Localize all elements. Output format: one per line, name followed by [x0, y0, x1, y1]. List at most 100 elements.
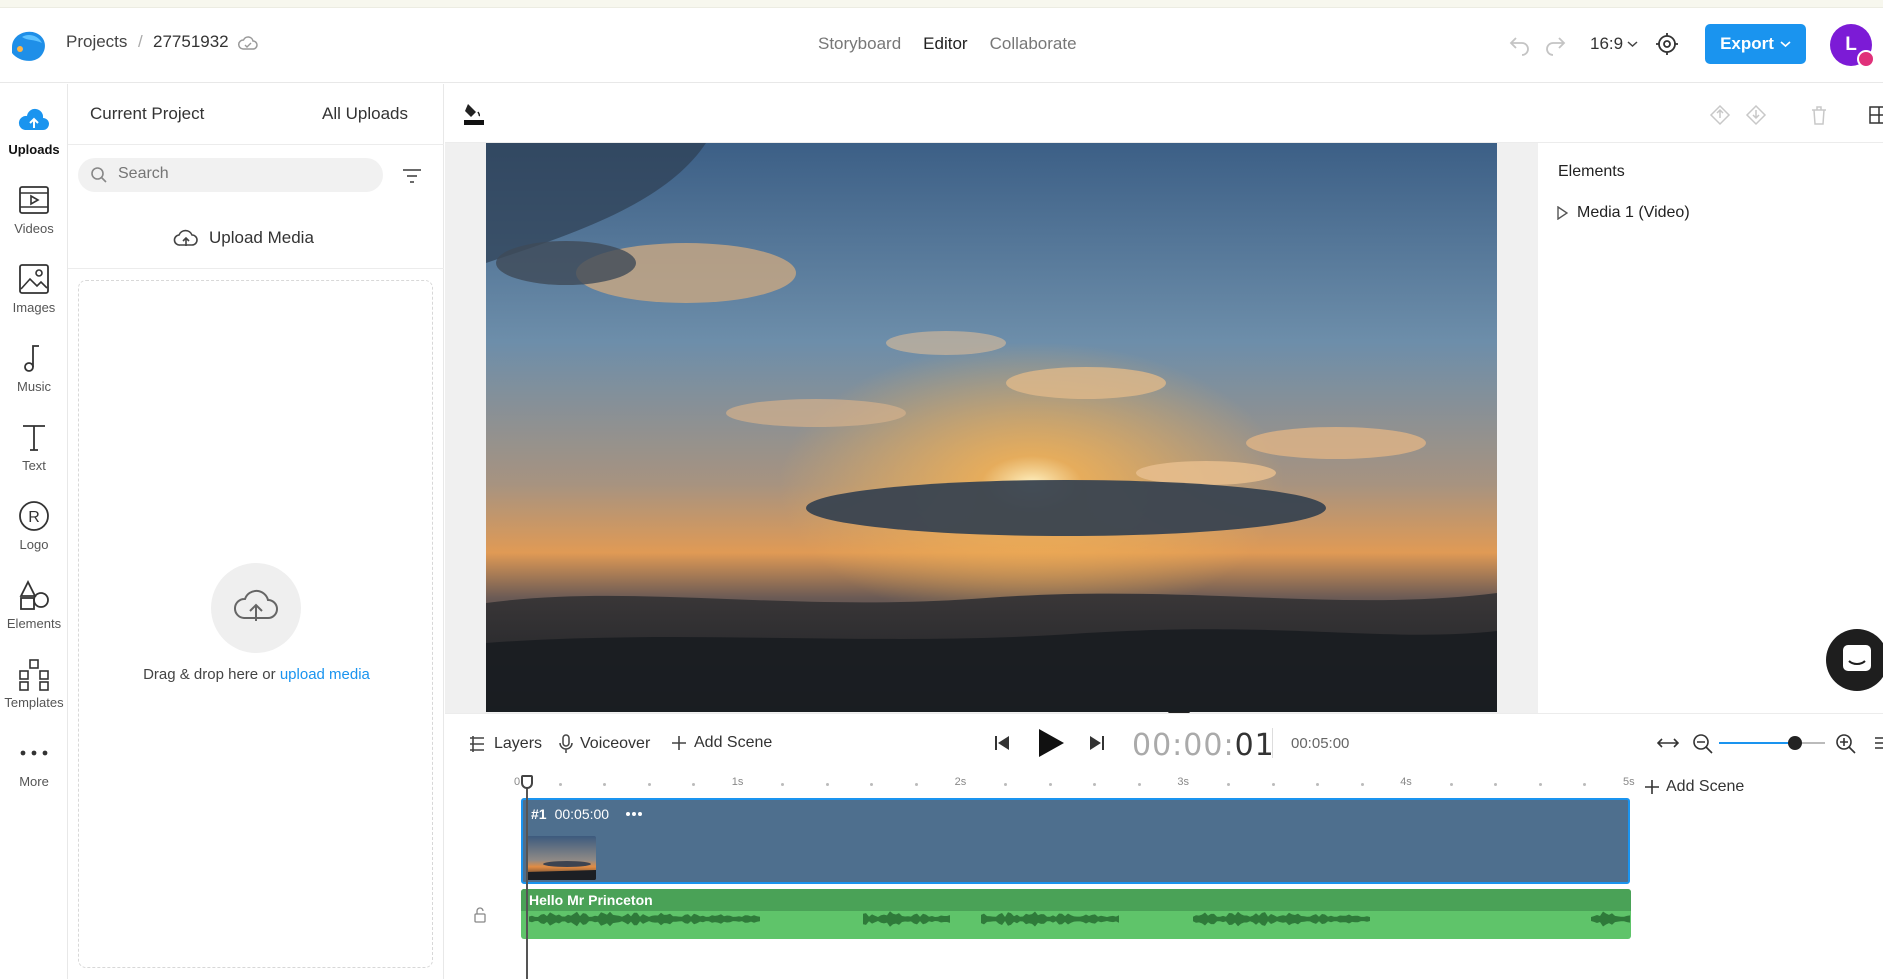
upload-media-label: Upload Media — [209, 228, 314, 247]
rail-label-text: Text — [22, 458, 46, 473]
chat-support-button[interactable] — [1826, 629, 1883, 691]
skip-back-icon[interactable] — [994, 735, 1010, 751]
scene-clip[interactable]: #1 00:05:00 — [521, 798, 1630, 884]
rail-item-more[interactable]: More — [0, 736, 68, 789]
chevron-down-icon — [1780, 41, 1791, 48]
divider — [68, 268, 444, 269]
ruler-tick — [1271, 783, 1275, 786]
ruler-label: 5s — [1623, 776, 1635, 788]
rail-item-images[interactable]: Images — [0, 262, 68, 315]
ruler-tick — [1538, 783, 1542, 786]
aspect-ratio-select[interactable]: 16:9 — [1590, 34, 1638, 54]
scene-thumbnail — [527, 836, 596, 880]
ruler-label: 2s — [954, 776, 967, 788]
ruler-tick — [1004, 783, 1008, 786]
playhead-handle[interactable] — [521, 775, 533, 789]
ruler-label: 1s — [731, 776, 744, 788]
fit-width-icon[interactable] — [1657, 735, 1679, 751]
redo-icon[interactable] — [1543, 32, 1567, 56]
elements-panel: Elements Media 1 (Video) — [1538, 143, 1883, 713]
breadcrumb-projects[interactable]: Projects — [66, 32, 127, 52]
undo-icon[interactable] — [1508, 32, 1532, 56]
rail-label-videos: Videos — [14, 221, 54, 236]
app-logo-icon[interactable] — [8, 27, 50, 65]
upload-media-button[interactable]: Upload Media — [173, 227, 314, 249]
templates-icon — [19, 659, 49, 691]
elements-title: Elements — [1558, 163, 1625, 180]
ruler-tick — [1316, 783, 1320, 786]
skip-forward-icon[interactable] — [1089, 735, 1105, 751]
crown-badge-icon — [1857, 50, 1875, 68]
upload-media-link[interactable]: upload media — [280, 666, 370, 683]
tab-storyboard[interactable]: Storyboard — [818, 34, 901, 54]
rail-item-elements[interactable]: Elements — [0, 578, 68, 631]
drop-zone[interactable]: Drag & drop here or upload media — [78, 280, 433, 968]
zoom-out-icon[interactable] — [1692, 733, 1714, 755]
zoom-in-icon[interactable] — [1835, 733, 1857, 755]
add-scene-label: Add Scene — [694, 734, 773, 751]
ruler-tick — [1048, 783, 1052, 786]
cloud-upload-icon — [173, 229, 198, 246]
zoom-slider-fill[interactable] — [1719, 742, 1795, 744]
ruler-tick — [1449, 783, 1453, 786]
chat-icon — [1843, 645, 1871, 671]
rail-item-templates[interactable]: Templates — [0, 657, 68, 710]
layers-label: Layers — [494, 735, 543, 752]
plus-icon — [1645, 780, 1659, 794]
search-input[interactable] — [118, 165, 368, 183]
tab-all-uploads[interactable]: All Uploads — [322, 104, 408, 124]
layers-icon — [470, 736, 484, 752]
layers-button[interactable]: Layers — [467, 734, 542, 754]
zoom-slider-handle[interactable] — [1788, 736, 1802, 750]
rail-label-images: Images — [12, 300, 56, 315]
filter-icon[interactable] — [401, 166, 423, 186]
rail-item-uploads[interactable]: Uploads — [0, 104, 68, 157]
play-icon[interactable] — [1036, 727, 1066, 759]
total-duration: 00:05:00 — [1291, 735, 1350, 752]
menu-icon[interactable] — [1873, 735, 1883, 751]
tab-collaborate[interactable]: Collaborate — [990, 34, 1077, 54]
ruler-tick — [825, 783, 829, 786]
ruler-tick — [1226, 783, 1230, 786]
voiceover-button[interactable]: Voiceover — [559, 734, 650, 754]
more-icon[interactable] — [625, 811, 643, 817]
fill-color-icon[interactable] — [462, 100, 486, 126]
lock-icon[interactable] — [472, 907, 488, 923]
drop-zone-text: Drag & drop here or upload media — [79, 666, 434, 683]
add-scene-timeline-label: Add Scene — [1666, 778, 1745, 795]
search-icon — [91, 167, 107, 183]
settings-icon[interactable] — [1655, 32, 1679, 56]
video-preview[interactable] — [486, 143, 1497, 712]
add-scene-timeline-button[interactable]: Add Scene — [1644, 778, 1744, 796]
image-icon — [19, 264, 49, 294]
search-box — [78, 158, 383, 192]
add-scene-button[interactable]: Add Scene — [671, 734, 772, 752]
element-item-media-1[interactable]: Media 1 (Video) — [1556, 204, 1690, 222]
export-button[interactable]: Export — [1705, 24, 1806, 64]
rail-item-videos[interactable]: Videos — [0, 183, 68, 236]
left-tool-rail: Uploads Videos Images Music Text R Logo … — [0, 84, 68, 979]
rail-label-more: More — [19, 774, 49, 789]
drop-text-static: Drag & drop here or — [143, 666, 280, 683]
rail-item-logo[interactable]: R Logo — [0, 499, 68, 552]
playhead-line[interactable] — [526, 782, 528, 979]
sunset-video-frame — [486, 143, 1497, 712]
grid-icon[interactable] — [1868, 104, 1883, 126]
trash-icon[interactable] — [1808, 104, 1830, 126]
ruler-label: 4s — [1400, 776, 1412, 788]
rail-item-text[interactable]: Text — [0, 420, 68, 473]
tab-editor[interactable]: Editor — [923, 34, 967, 54]
rail-item-music[interactable]: Music — [0, 341, 68, 394]
shapes-icon — [19, 579, 49, 610]
timeline-ruler[interactable]: 0 1s 2s 3s 4s 5s — [514, 776, 1635, 796]
send-backward-icon[interactable] — [1745, 104, 1767, 126]
audio-clip[interactable]: Hello Mr Princeton — [521, 889, 1631, 939]
tab-current-project[interactable]: Current Project — [90, 104, 204, 124]
bring-forward-icon[interactable] — [1709, 104, 1731, 126]
music-note-icon — [24, 345, 39, 372]
expand-triangle-icon[interactable] — [1556, 206, 1568, 220]
breadcrumb-separator: / — [138, 32, 143, 51]
project-name[interactable]: 27751932 — [153, 32, 229, 52]
top-bar: Projects / 27751932 Storyboard Editor Co… — [0, 8, 1883, 83]
timecode-prefix: 00:00: — [1132, 728, 1235, 763]
